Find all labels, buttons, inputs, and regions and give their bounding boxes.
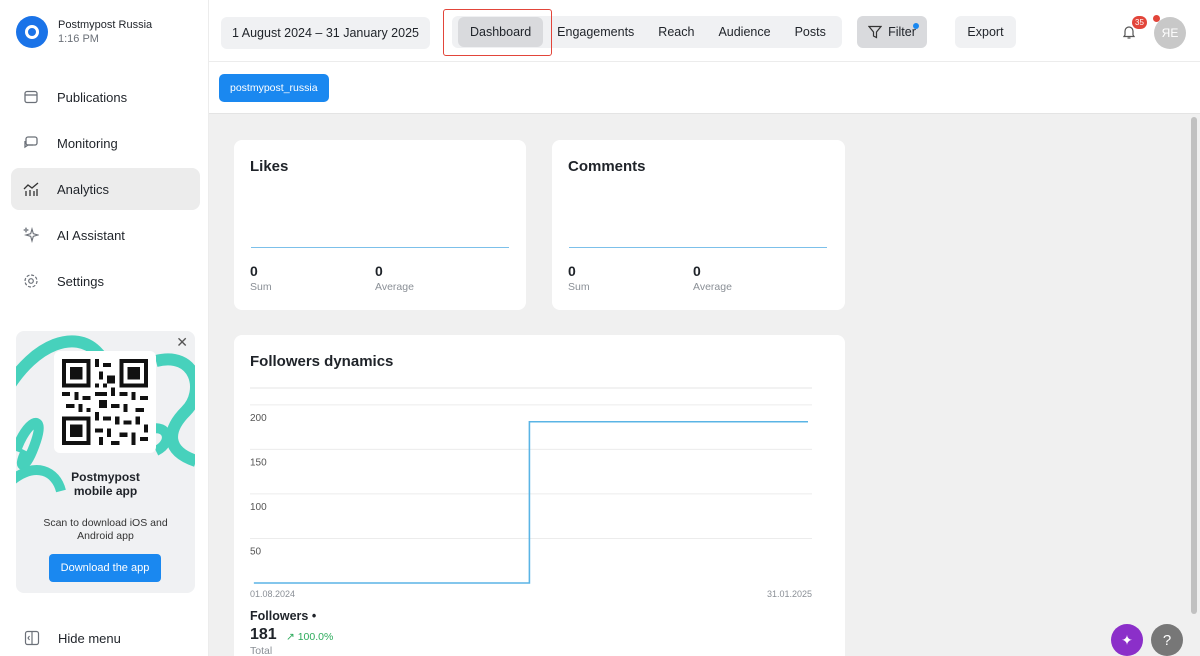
- calendar-icon: [23, 89, 39, 105]
- account-name: Postmypost Russia: [58, 19, 153, 31]
- dashboard-highlight-box: [443, 9, 552, 56]
- sidebar-item-label: Settings: [57, 273, 104, 289]
- help-button[interactable]: ?: [1151, 624, 1183, 656]
- followers-title: Followers dynamics: [250, 353, 394, 370]
- likes-sum: 0: [250, 263, 258, 279]
- close-icon[interactable]: ✕: [176, 334, 188, 351]
- account-chip[interactable]: postmypost_russia: [219, 74, 329, 102]
- comments-sparkline: [569, 247, 827, 248]
- followers-series-label: Followers •: [250, 609, 317, 623]
- sidebar-item-settings[interactable]: Settings: [11, 260, 200, 302]
- tab-audience[interactable]: Audience: [706, 16, 782, 48]
- followers-card: Followers dynamics 200 150 100 50 01.08.2024…: [234, 335, 845, 656]
- sidebar-item-ai-assistant[interactable]: AI Assistant: [11, 214, 200, 256]
- gear-icon: [23, 273, 39, 289]
- sidebar-item-label: AI Assistant: [57, 227, 125, 243]
- notification-badge: 35: [1132, 16, 1147, 29]
- y-tick-label: 150: [250, 457, 267, 468]
- followers-total-value: 181: [250, 626, 277, 643]
- filter-button[interactable]: Filter: [857, 16, 927, 48]
- sidebar-item-publications[interactable]: Publications: [11, 76, 200, 118]
- scrollbar[interactable]: [1191, 117, 1197, 614]
- followers-change: ↗ 100.0%: [286, 631, 334, 643]
- avatar[interactable]: ЯЕ: [1154, 17, 1186, 49]
- collapse-sidebar-icon: [24, 630, 40, 646]
- likes-average: 0: [375, 263, 383, 279]
- sparkle-icon: [23, 227, 39, 243]
- filter-icon: [868, 25, 883, 39]
- promo-subtitle: Scan to download iOS and Android app: [43, 517, 168, 542]
- y-tick-label: 50: [250, 546, 262, 557]
- export-button[interactable]: Export: [955, 16, 1016, 48]
- date-range-picker[interactable]: 1 August 2024 – 31 January 2025: [221, 17, 430, 49]
- sidebar-item-label: Publications: [57, 89, 128, 105]
- comments-sum: 0: [568, 263, 576, 279]
- comments-average-label: Average: [693, 281, 732, 293]
- ai-assistant-button[interactable]: ✦: [1111, 624, 1143, 656]
- filter-active-dot: [913, 23, 919, 29]
- topbar: 1 August 2024 – 31 January 2025 Dashboar…: [209, 0, 1200, 62]
- download-app-button[interactable]: Download the app: [49, 554, 161, 582]
- x-tick-label-start: 01.08.2024: [250, 589, 295, 599]
- sidebar-item-analytics[interactable]: Analytics: [11, 168, 200, 210]
- likes-card: Likes 0 Sum 0 Average: [234, 140, 526, 310]
- y-tick-label: 100: [250, 502, 267, 513]
- comments-average: 0: [693, 263, 701, 279]
- comments-sum-label: Sum: [568, 281, 590, 293]
- comments-card: Comments 0 Sum 0 Average: [552, 140, 845, 310]
- sidebar-item-monitoring[interactable]: Monitoring: [11, 122, 200, 164]
- x-tick-label-end: 31.01.2025: [767, 589, 812, 599]
- likes-average-label: Average: [375, 281, 414, 293]
- sidebar-item-label: Analytics: [57, 181, 110, 197]
- sidebar: Postmypost Russia 1:16 PM Publications M…: [0, 0, 209, 656]
- followers-total-label: Total: [250, 645, 273, 656]
- account-filter-bar: postmypost_russia: [209, 63, 1200, 114]
- hide-menu-button[interactable]: Hide menu: [24, 630, 121, 646]
- mobile-app-promo: ✕ Postmypost mobile app Scan to download…: [16, 331, 195, 593]
- tab-reach[interactable]: Reach: [646, 16, 706, 48]
- filter-label: Filter: [888, 25, 916, 39]
- likes-title: Likes: [250, 158, 289, 175]
- account-time: 1:16 PM: [58, 33, 99, 45]
- sidebar-nav: Publications Monitoring Analytics AI Ass…: [11, 76, 200, 306]
- likes-sum-label: Sum: [250, 281, 272, 293]
- promo-title-text: Postmypost mobile app: [71, 470, 140, 498]
- analytics-icon: [23, 181, 39, 197]
- followers-chart: 200 150 100 50 01.08.2024 31.01.2025: [250, 387, 812, 599]
- followers-series-line: [253, 420, 808, 584]
- hide-menu-label: Hide menu: [58, 630, 121, 646]
- dashboard-main: Likes 0 Sum 0 Average Comments 0 Sum 0 A…: [209, 114, 1200, 656]
- qr-code: [54, 351, 156, 453]
- postmypost-logo: [16, 16, 48, 48]
- tab-posts[interactable]: Posts: [783, 16, 838, 48]
- y-tick-label: 200: [250, 413, 267, 424]
- avatar-status-dot: [1153, 15, 1160, 22]
- chat-icon: [23, 135, 39, 151]
- tab-engagements[interactable]: Engagements: [545, 16, 646, 48]
- comments-title: Comments: [568, 158, 646, 175]
- promo-title: Postmypost mobile app: [16, 470, 195, 498]
- likes-sparkline: [251, 247, 509, 248]
- account-switcher[interactable]: Postmypost Russia 1:16 PM: [16, 16, 152, 48]
- sidebar-item-label: Monitoring: [57, 135, 118, 151]
